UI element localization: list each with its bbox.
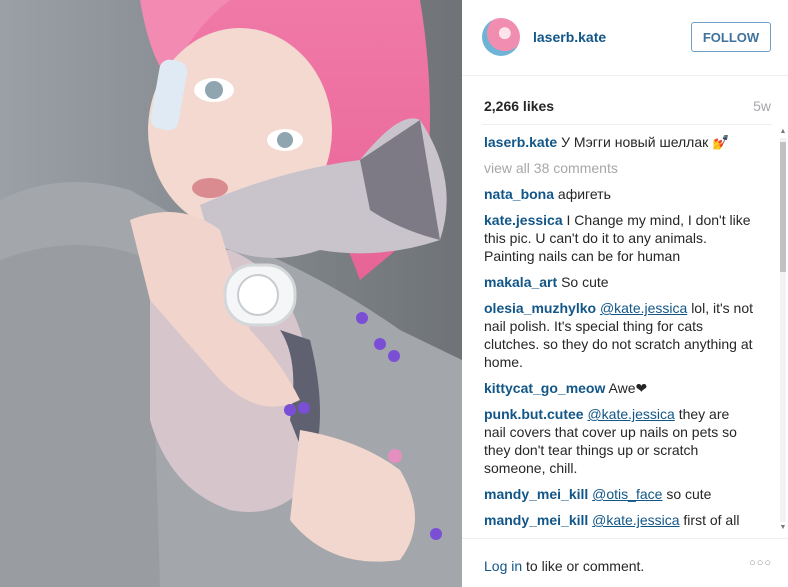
follow-button[interactable]: FOLLOW — [691, 22, 771, 52]
caption: laserb.kate У Мэгги новый шеллак 💅 — [484, 133, 754, 151]
likes-count[interactable]: 2,266 likes — [484, 98, 554, 114]
comment-author-link[interactable]: mandy_mei_kill — [484, 512, 588, 528]
scroll-down-arrow-icon[interactable]: ▼ — [779, 524, 787, 532]
caption-text: У Мэгги новый шеллак 💅 — [561, 134, 730, 150]
post-age[interactable]: 5w — [753, 98, 771, 114]
comment-author-link[interactable]: kate.jessica — [484, 212, 563, 228]
avatar[interactable] — [482, 18, 520, 56]
post-photo-image — [0, 0, 462, 587]
comment-text: афигеть — [557, 186, 611, 202]
instagram-post: laserb.kate FOLLOW 2,266 likes 5w laserb… — [0, 0, 788, 587]
post-photo[interactable] — [0, 0, 462, 587]
mention-link[interactable]: @kate.jessica — [587, 406, 674, 422]
comment-item: kittycat_go_meow Awe❤ — [484, 379, 754, 397]
mention-link[interactable]: @kate.jessica — [592, 512, 679, 528]
comment-author-link[interactable]: makala_art — [484, 274, 557, 290]
username-link[interactable]: laserb.kate — [533, 29, 606, 45]
post-header: laserb.kate FOLLOW — [462, 0, 788, 76]
more-options-icon[interactable]: ○○○ — [749, 557, 772, 569]
login-prompt-text: to like or comment. — [522, 558, 645, 574]
post-stats: 2,266 likes 5w — [462, 76, 788, 124]
post-sidebar: laserb.kate FOLLOW 2,266 likes 5w laserb… — [462, 0, 788, 587]
comment-text: Awe❤ — [608, 380, 648, 396]
scrollbar-thumb[interactable] — [780, 142, 786, 272]
view-all-comments-link[interactable]: view all 38 comments — [484, 159, 754, 177]
comments-list: laserb.kate У Мэгги новый шеллак 💅 view … — [484, 133, 754, 533]
comment-author-link[interactable]: kittycat_go_meow — [484, 380, 605, 396]
comment-item: makala_art So cute — [484, 273, 754, 291]
comment-item: mandy_mei_kill @kate.jessica first of al… — [484, 511, 754, 533]
comment-item: olesia_muzhylko @kate.jessica lol, it's … — [484, 299, 754, 371]
scroll-up-arrow-icon[interactable]: ▲ — [779, 128, 787, 136]
divider — [482, 124, 772, 125]
comment-author-link[interactable]: olesia_muzhylko — [484, 300, 596, 316]
view-all-row: view all 38 comments — [484, 159, 754, 177]
comment-item: punk.but.cutee @kate.jessica they are na… — [484, 405, 754, 477]
comment-author-link[interactable]: mandy_mei_kill — [484, 486, 588, 502]
login-prompt: Log in to like or comment. — [484, 558, 644, 574]
mention-link[interactable]: @otis_face — [592, 486, 662, 502]
comment-author-link[interactable]: punk.but.cutee — [484, 406, 584, 422]
comment-author-link[interactable]: nata_bona — [484, 186, 554, 202]
comment-text: So cute — [561, 274, 609, 290]
comment-item: nata_bona афигеть — [484, 185, 754, 203]
login-link[interactable]: Log in — [484, 558, 522, 574]
caption-author-link[interactable]: laserb.kate — [484, 134, 557, 150]
post-footer: Log in to like or comment. ○○○ — [462, 538, 788, 587]
mention-link[interactable]: @kate.jessica — [600, 300, 687, 316]
comments-scrollbar[interactable]: ▲ ▼ — [778, 128, 788, 532]
comment-item: kate.jessica I Change my mind, I don't l… — [484, 211, 754, 265]
comment-item: mandy_mei_kill @otis_face so cute — [484, 485, 754, 503]
comment-text: so cute — [666, 486, 712, 502]
